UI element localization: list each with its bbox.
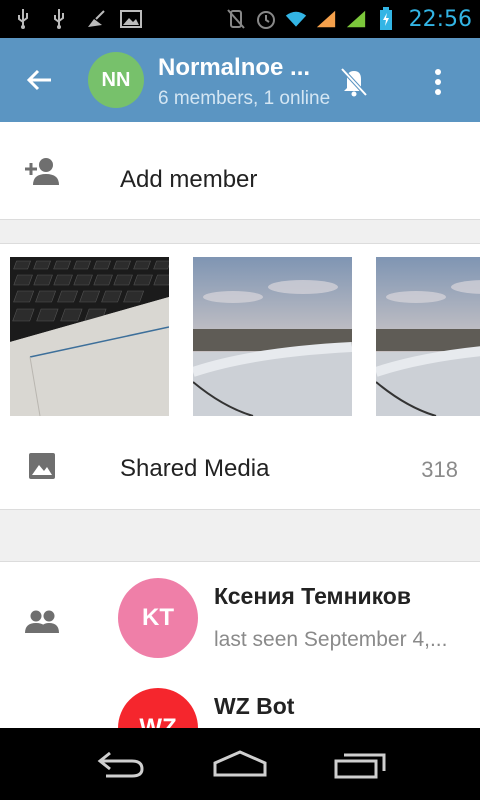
image-icon bbox=[120, 8, 142, 30]
member-row[interactable]: WZ WZ Bot bbox=[0, 672, 480, 728]
nav-home-button[interactable] bbox=[204, 742, 276, 786]
shared-media-label: Shared Media bbox=[120, 455, 270, 482]
more-vertical-icon bbox=[435, 69, 441, 95]
image-icon bbox=[22, 446, 62, 486]
section-gap bbox=[0, 220, 480, 244]
member-name: WZ Bot bbox=[214, 693, 295, 719]
home-icon bbox=[213, 750, 267, 777]
notification-icons bbox=[12, 6, 142, 32]
chat-title[interactable]: Normalnoe ... bbox=[158, 54, 310, 82]
recents-icon bbox=[334, 753, 386, 779]
section-gap bbox=[0, 510, 480, 562]
navigation-bar bbox=[0, 728, 480, 800]
wifi-icon bbox=[285, 8, 307, 30]
system-icons: 22:56 bbox=[225, 4, 472, 34]
status-bar: 22:56 bbox=[0, 0, 480, 38]
shared-media-count: 318 bbox=[421, 457, 458, 482]
shared-media-section: Shared Media 318 bbox=[0, 244, 480, 510]
member-status: last seen September 4,... bbox=[214, 628, 448, 651]
airplane-wing-photo bbox=[193, 257, 352, 416]
clock: 22:56 bbox=[408, 6, 472, 32]
vibrate-off-icon bbox=[225, 8, 247, 30]
arrow-back-icon bbox=[27, 69, 51, 91]
cleaner-icon bbox=[84, 8, 106, 30]
signal-icon bbox=[315, 8, 337, 30]
app-bar: NN Normalnoe ... 6 members, 1 online bbox=[0, 38, 480, 122]
back-button[interactable] bbox=[18, 60, 62, 100]
chat-subtitle: 6 members, 1 online bbox=[158, 88, 331, 109]
back-icon bbox=[97, 751, 144, 778]
usb-icon bbox=[48, 8, 70, 30]
mute-button[interactable] bbox=[334, 62, 374, 102]
shared-media-row[interactable]: Shared Media 318 bbox=[0, 424, 480, 510]
member-name: Ксения Темников bbox=[214, 583, 411, 609]
group-avatar[interactable]: NN bbox=[88, 52, 144, 108]
overflow-menu-button[interactable] bbox=[420, 60, 456, 104]
nav-recents-button[interactable] bbox=[324, 742, 396, 786]
nav-back-button[interactable] bbox=[84, 742, 156, 786]
signal-2-icon bbox=[345, 8, 367, 30]
members-section: KT Ксения Темников last seen September 4… bbox=[0, 562, 480, 728]
battery-charging-icon bbox=[375, 7, 397, 30]
member-row[interactable]: KT Ксения Темников last seen September 4… bbox=[0, 562, 480, 672]
avatar: KT bbox=[118, 578, 198, 658]
airplane-wing-photo bbox=[376, 257, 480, 416]
usb-icon bbox=[12, 8, 34, 30]
alarm-icon bbox=[255, 8, 277, 30]
avatar: WZ bbox=[118, 688, 198, 728]
media-thumbnail[interactable] bbox=[376, 257, 480, 416]
media-thumbnail[interactable] bbox=[193, 257, 352, 416]
keyboard-photo bbox=[10, 257, 169, 416]
media-thumbnail[interactable] bbox=[10, 257, 169, 416]
add-member-label: Add member bbox=[120, 166, 258, 193]
add-member-row[interactable]: Add member bbox=[0, 122, 480, 220]
add-person-icon bbox=[22, 151, 62, 191]
bell-off-icon bbox=[340, 67, 368, 97]
